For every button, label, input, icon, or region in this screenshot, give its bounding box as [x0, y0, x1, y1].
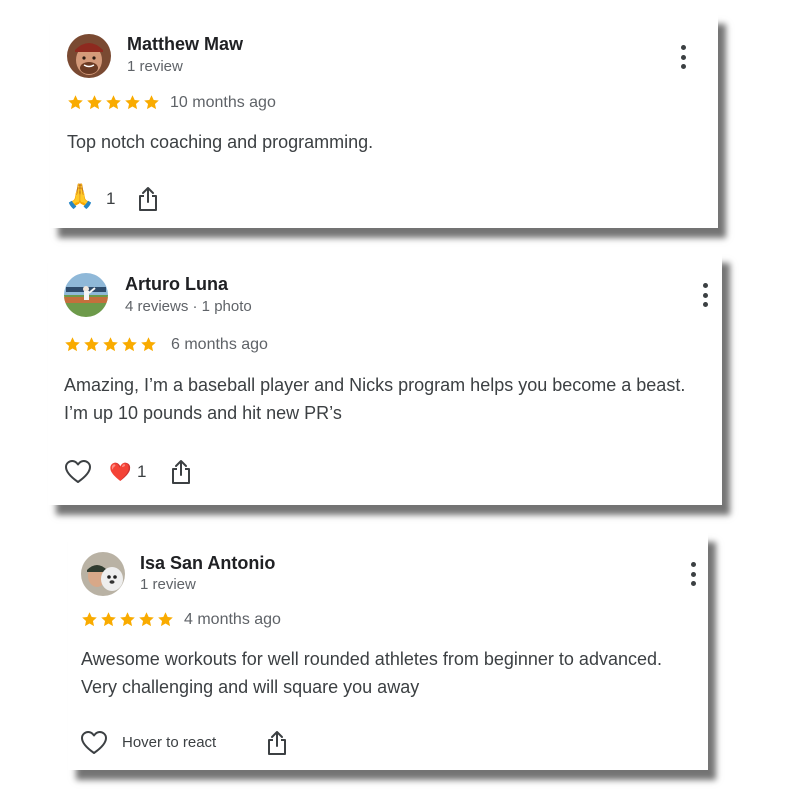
- like-button[interactable]: [64, 459, 92, 490]
- review-time: 10 months ago: [170, 94, 276, 111]
- heart-outline-icon: [65, 460, 91, 483]
- review-text: Amazing, I’m a baseball player and Nicks…: [64, 375, 686, 423]
- star-icon: [101, 612, 116, 627]
- star-icon: [106, 95, 121, 110]
- star-icon: [103, 337, 118, 352]
- star-icon: [141, 337, 156, 352]
- more-options-button[interactable]: [687, 562, 699, 586]
- heart-outline-icon: [81, 731, 107, 754]
- share-icon: [268, 731, 286, 755]
- star-icon: [65, 337, 80, 352]
- more-options-button[interactable]: [699, 283, 711, 307]
- reviewer-name[interactable]: Arturo Luna: [125, 274, 228, 295]
- star-icon: [139, 612, 154, 627]
- star-icon: [125, 95, 140, 110]
- star-icon: [84, 337, 99, 352]
- more-vert-icon: [702, 283, 708, 288]
- share-button[interactable]: [266, 730, 288, 761]
- share-icon: [172, 460, 190, 484]
- reviewer-avatar[interactable]: [64, 273, 108, 317]
- reviewer-meta[interactable]: 1 review: [127, 58, 183, 75]
- hover-to-react-label[interactable]: Hover to react: [122, 734, 216, 751]
- reviewer-name[interactable]: Isa San Antonio: [140, 553, 275, 574]
- reaction-emoji[interactable]: 🙏: [65, 182, 95, 212]
- star-icon: [122, 337, 137, 352]
- reviewer-name[interactable]: Matthew Maw: [127, 34, 243, 55]
- star-icon: [87, 95, 102, 110]
- share-button[interactable]: [137, 186, 159, 217]
- star-icon: [120, 612, 135, 627]
- star-rating: [81, 611, 174, 628]
- more-vert-icon: [680, 45, 686, 50]
- star-icon: [82, 612, 97, 627]
- reviewer-meta[interactable]: 4 reviews · 1 photo: [125, 298, 252, 315]
- review-text: Awesome workouts for well rounded athlet…: [81, 649, 662, 697]
- review-card: Matthew Maw 1 review 10 months ago Top n…: [50, 14, 718, 228]
- avatar-photo: [64, 273, 108, 317]
- review-card: Isa San Antonio 1 review 4 months ago Aw…: [68, 532, 708, 770]
- share-button[interactable]: [170, 459, 192, 490]
- star-icon: [68, 95, 83, 110]
- reaction-emoji[interactable]: ❤️: [109, 460, 131, 484]
- reviewer-avatar[interactable]: [67, 34, 111, 78]
- avatar-photo: [81, 552, 125, 596]
- star-rating: [64, 336, 157, 353]
- review-card: Arturo Luna 4 reviews · 1 photo 6 months…: [48, 253, 722, 505]
- like-button[interactable]: [80, 730, 108, 761]
- star-icon: [158, 612, 173, 627]
- avatar-photo: [67, 34, 111, 78]
- reviewer-avatar[interactable]: [81, 552, 125, 596]
- review-time: 4 months ago: [184, 611, 281, 628]
- review-time: 6 months ago: [171, 336, 268, 353]
- star-rating: [67, 94, 160, 111]
- star-icon: [144, 95, 159, 110]
- reaction-count: 1: [106, 189, 116, 208]
- reaction-count: 1: [137, 462, 147, 481]
- review-text: Top notch coaching and programming.: [67, 132, 374, 152]
- share-icon: [139, 187, 157, 211]
- more-vert-icon: [690, 562, 696, 567]
- more-options-button[interactable]: [677, 45, 689, 69]
- reviewer-meta[interactable]: 1 review: [140, 576, 196, 593]
